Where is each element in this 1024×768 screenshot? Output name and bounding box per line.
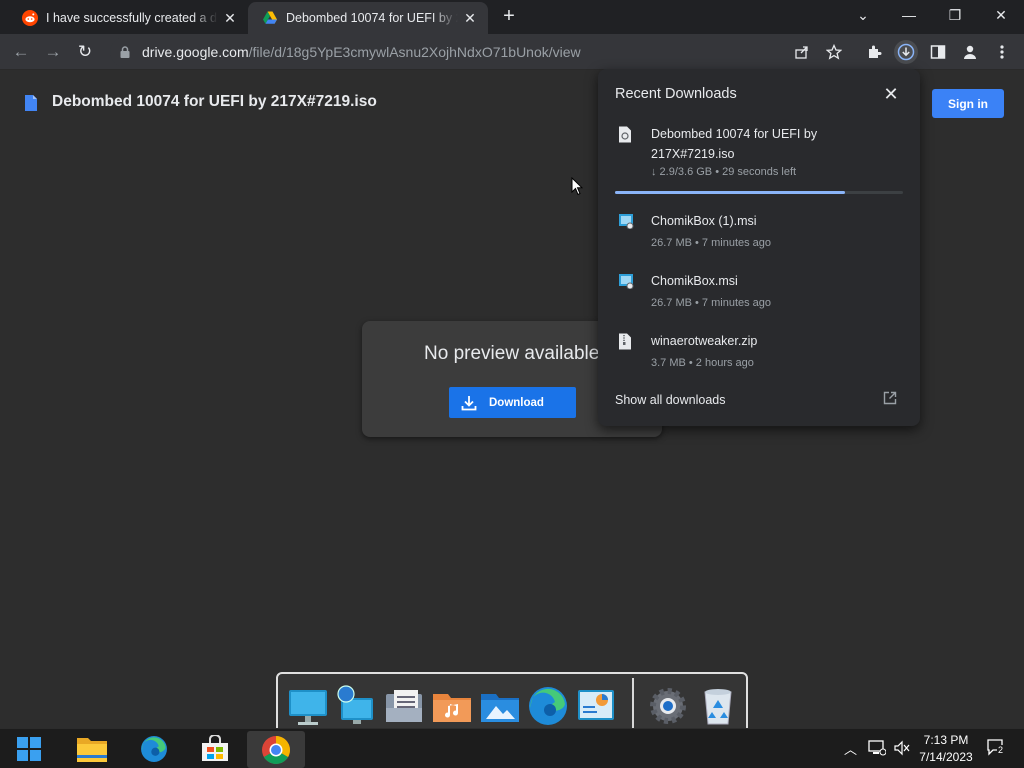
download-progress-bar: [615, 191, 903, 194]
reload-icon[interactable]: ↻: [72, 40, 98, 64]
download-status: 3.7 MB • 2 hours ago: [651, 357, 754, 369]
control-panel-icon[interactable]: [574, 684, 618, 728]
tab-google-drive[interactable]: Debombed 10074 for UEFI by 217X#7219.iso…: [248, 2, 488, 34]
tab-reddit[interactable]: I have successfully created a debloated …: [8, 2, 248, 34]
google-drive-icon: [263, 11, 277, 24]
installer-icon: [619, 274, 634, 289]
file-explorer-icon[interactable]: [74, 731, 110, 767]
windows-taskbar: ︿ 7:13 PM 7/14/2023 2: [0, 728, 1024, 768]
settings-icon[interactable]: [646, 684, 690, 728]
download-progress-fill: [615, 191, 846, 194]
show-all-downloads-link[interactable]: Show all downloads: [615, 393, 726, 407]
chevron-up-icon[interactable]: ︿: [844, 739, 857, 758]
forward-icon[interactable]: →: [40, 40, 66, 64]
download-filename: ChomikBox.msi: [651, 274, 738, 288]
download-filename: ChomikBox (1).msi: [651, 214, 757, 228]
side-panel-icon[interactable]: [926, 40, 950, 64]
download-item[interactable]: Debombed 10074 for UEFI by 217X#7219.iso…: [598, 124, 920, 194]
start-icon[interactable]: [11, 731, 47, 767]
network-status-icon[interactable]: [868, 740, 886, 756]
tab-title: Debombed 10074 for UEFI by 217X#7219.iso…: [286, 11, 458, 25]
download-item[interactable]: ChomikBox.msi 26.7 MB • 7 minutes ago: [598, 271, 920, 315]
close-tab-icon[interactable]: ✕: [458, 10, 482, 27]
download-status: ↓ 2.9/3.6 GB • 29 seconds left: [651, 166, 797, 178]
network-icon[interactable]: [333, 684, 377, 728]
browser-toolbar: ← → ↻ drive.google.com/file/d/18g5YpE3cm…: [0, 34, 1024, 70]
menu-kebab-icon[interactable]: [990, 40, 1014, 64]
zip-file-icon: [619, 333, 631, 350]
url-text: drive.google.com/file/d/18g5YpE3cmywlAsn…: [142, 44, 581, 60]
bookmark-star-icon[interactable]: [822, 40, 846, 64]
mouse-cursor-icon: [571, 177, 583, 196]
installer-icon: [619, 214, 634, 229]
dock-separator: [632, 678, 634, 734]
clock-time[interactable]: 7:13 PM: [920, 733, 972, 747]
extensions-icon[interactable]: [862, 40, 886, 64]
download-icon: [461, 395, 477, 410]
url-host: drive.google.com: [142, 44, 249, 60]
address-bar[interactable]: drive.google.com/file/d/18g5YpE3cmywlAsn…: [110, 37, 830, 67]
chrome-icon: [262, 735, 290, 764]
minimize-icon[interactable]: —: [886, 0, 932, 30]
edge-icon[interactable]: [136, 731, 172, 767]
reddit-icon: [22, 10, 38, 26]
notification-count: 2: [997, 745, 1005, 755]
music-folder-icon[interactable]: [430, 684, 474, 728]
lock-icon: [120, 46, 130, 58]
close-tab-icon[interactable]: ✕: [218, 10, 242, 27]
pictures-folder-icon[interactable]: [478, 684, 522, 728]
download-filename: winaerotweaker.zip: [651, 334, 758, 348]
download-filename: Debombed 10074 for UEFI by 217X#7219.iso: [651, 127, 818, 161]
download-status: 26.7 MB • 7 minutes ago: [651, 297, 772, 309]
volume-muted-icon[interactable]: [893, 740, 911, 756]
notification-icon[interactable]: 2: [986, 738, 1006, 758]
clock-date[interactable]: 7/14/2023: [917, 750, 975, 764]
download-item[interactable]: winaerotweaker.zip 3.7 MB • 2 hours ago: [598, 331, 920, 375]
file-title: Debombed 10074 for UEFI by 217X#7219.iso: [52, 93, 377, 110]
downloads-heading: Recent Downloads: [615, 86, 737, 102]
url-path: /file/d/18g5YpE3cmywlAsnu2XojhNdxO71bUno…: [248, 44, 581, 60]
download-label: Download: [489, 396, 544, 409]
taskbar-chrome-button[interactable]: [247, 731, 305, 768]
new-tab-button[interactable]: +: [497, 6, 521, 28]
sign-in-button[interactable]: Sign in: [932, 89, 1004, 118]
download-button[interactable]: Download: [449, 387, 576, 418]
download-status: 26.7 MB • 7 minutes ago: [651, 237, 772, 249]
downloads-icon[interactable]: [894, 40, 918, 64]
profile-icon[interactable]: [958, 40, 982, 64]
store-icon[interactable]: [197, 731, 233, 767]
download-item[interactable]: ChomikBox (1).msi 26.7 MB • 7 minutes ag…: [598, 211, 920, 255]
tab-search-icon[interactable]: ⌄: [840, 0, 886, 30]
document-icon: [25, 95, 37, 111]
desktop-dock: [276, 672, 748, 736]
restore-icon[interactable]: ❐: [932, 0, 978, 30]
edge-icon[interactable]: [526, 684, 570, 728]
recycle-bin-icon[interactable]: [696, 684, 740, 728]
tab-strip: I have successfully created a debloated …: [0, 0, 1024, 34]
no-preview-text: No preview available: [424, 343, 600, 364]
documents-icon[interactable]: [382, 684, 426, 728]
share-icon[interactable]: [790, 40, 814, 64]
close-icon[interactable]: ✕: [881, 84, 901, 105]
recent-downloads-panel: Recent Downloads ✕ Debombed 10074 for UE…: [598, 69, 920, 426]
close-window-icon[interactable]: ✕: [978, 0, 1024, 30]
tab-title: I have successfully created a debloated …: [46, 11, 218, 25]
monitor-icon[interactable]: [286, 684, 330, 728]
back-icon[interactable]: ←: [8, 40, 34, 64]
open-in-new-icon[interactable]: [883, 391, 897, 405]
file-icon: [619, 126, 631, 143]
